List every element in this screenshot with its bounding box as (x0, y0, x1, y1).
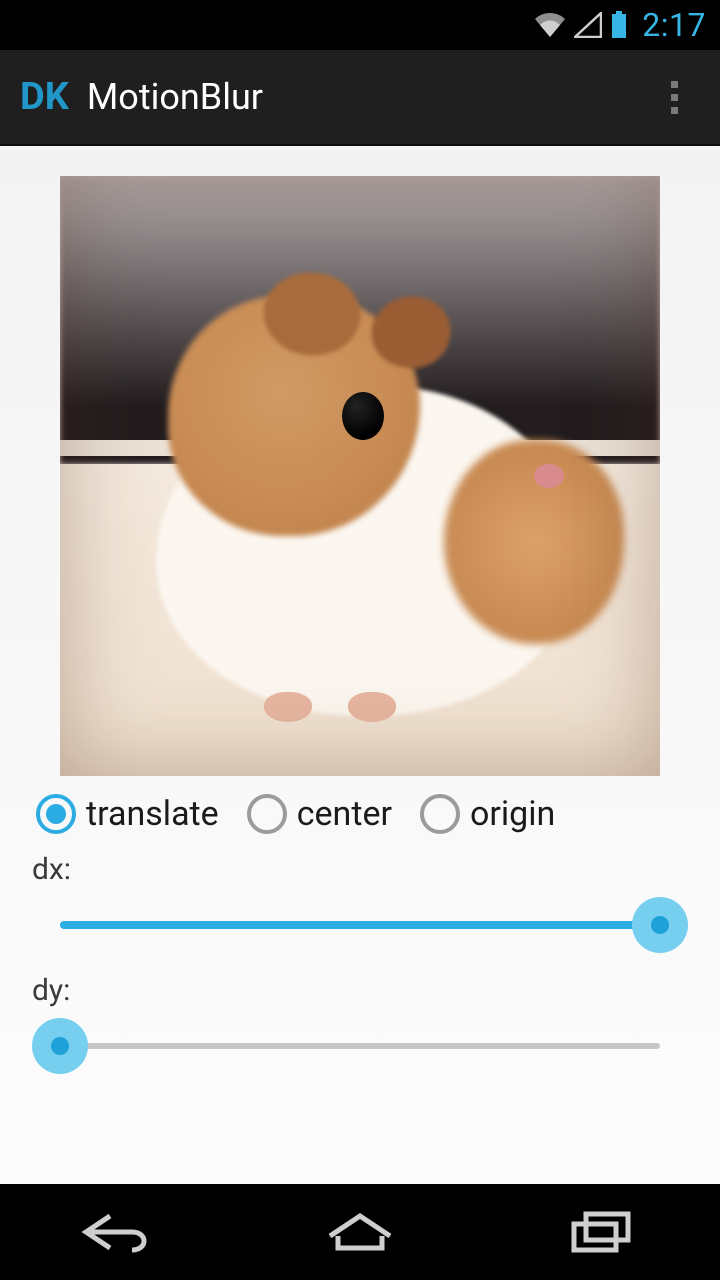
radio-translate-label[interactable]: translate (86, 794, 219, 834)
system-nav-bar (0, 1184, 720, 1280)
overflow-dot-icon (671, 81, 678, 88)
radio-origin-label[interactable]: origin (470, 794, 555, 834)
content-area: translate center origin dx: dy: (0, 146, 720, 1184)
status-bar: 2:17 (0, 0, 720, 50)
preview-image (60, 176, 660, 776)
radio-translate[interactable] (36, 794, 76, 834)
preview-container (0, 146, 720, 776)
radio-dot-icon (430, 804, 450, 824)
slider-thumb[interactable] (632, 897, 688, 953)
preview-subject (342, 392, 384, 440)
action-bar: DK MotionBlur (0, 50, 720, 146)
preview-subject (444, 440, 624, 644)
slider-track-fill (60, 921, 660, 929)
wifi-icon (534, 12, 566, 38)
nav-back-button[interactable] (60, 1202, 180, 1262)
radio-origin[interactable] (420, 794, 460, 834)
app-logo: DK (20, 75, 69, 119)
app-title: MotionBlur (87, 76, 263, 118)
slider-dy-label: dy: (32, 973, 688, 1008)
nav-home-button[interactable] (300, 1202, 420, 1262)
battery-icon (610, 11, 628, 39)
radio-center-label[interactable]: center (297, 794, 392, 834)
preview-subject (534, 464, 564, 488)
slider-dx[interactable] (32, 895, 688, 955)
cell-signal-icon (574, 12, 602, 38)
slider-dy-block: dy: (0, 955, 720, 1076)
slider-dx-block: dx: (0, 834, 720, 955)
home-icon (324, 1212, 396, 1252)
slider-thumb[interactable] (32, 1018, 88, 1074)
radio-dot-icon (257, 804, 277, 824)
preview-subject (264, 692, 312, 722)
screen: 2:17 DK MotionBlur (0, 0, 720, 1280)
overflow-dot-icon (671, 94, 678, 101)
overflow-menu-button[interactable] (654, 69, 694, 125)
back-icon (76, 1210, 164, 1254)
slider-dy[interactable] (32, 1016, 688, 1076)
status-clock: 2:17 (642, 6, 706, 44)
radio-dot-icon (46, 804, 66, 824)
overflow-dot-icon (671, 107, 678, 114)
slider-dx-label: dx: (32, 852, 688, 887)
recents-icon (568, 1210, 632, 1254)
mode-radio-group: translate center origin (0, 776, 720, 834)
radio-center[interactable] (247, 794, 287, 834)
nav-recents-button[interactable] (540, 1202, 660, 1262)
slider-track (60, 1043, 660, 1049)
preview-subject (348, 692, 396, 722)
